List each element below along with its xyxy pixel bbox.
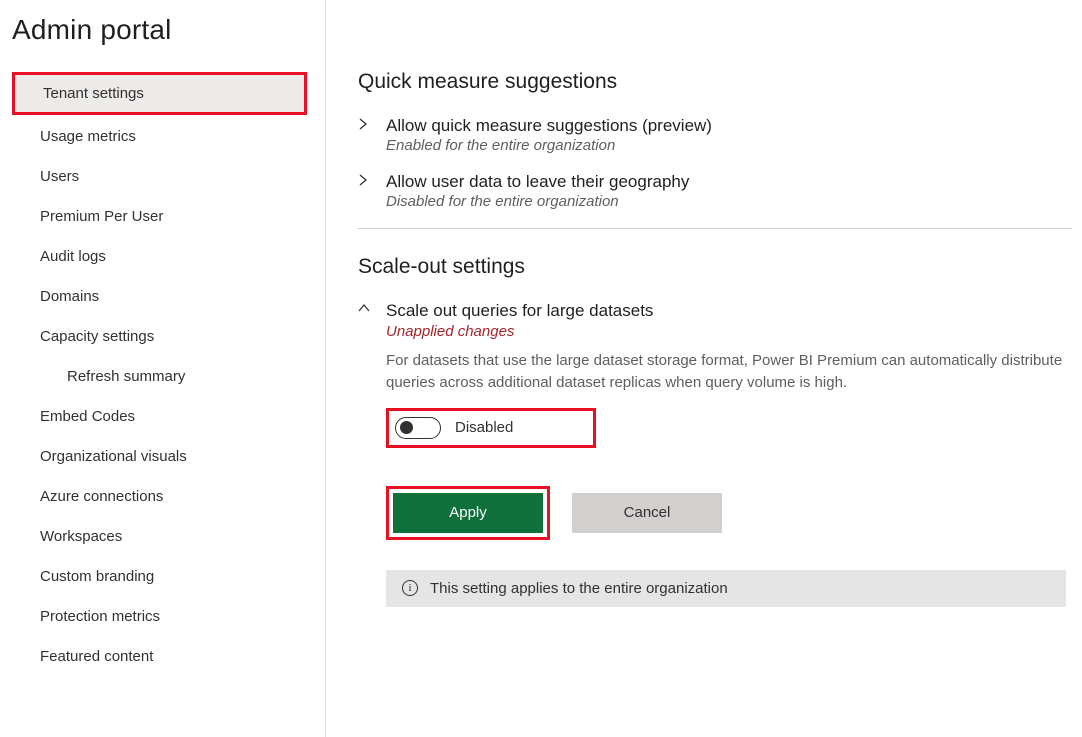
sidebar-item-featured-content[interactable]: Featured content	[12, 638, 307, 675]
cancel-button[interactable]: Cancel	[572, 493, 722, 533]
sidebar-item-capacity-settings[interactable]: Capacity settings	[12, 318, 307, 355]
sidebar-item-protection-metrics[interactable]: Protection metrics	[12, 598, 307, 635]
info-banner: i This setting applies to the entire org…	[386, 570, 1066, 607]
sidebar-item-custom-branding[interactable]: Custom branding	[12, 558, 307, 595]
setting-row-expanded: Scale out queries for large datasets Una…	[358, 301, 1072, 607]
sidebar: Admin portal Tenant settings Usage metri…	[0, 0, 326, 737]
setting-label[interactable]: Allow quick measure suggestions (preview…	[386, 116, 1072, 136]
sidebar-item-audit-logs[interactable]: Audit logs	[12, 238, 307, 275]
section-title-scale-out: Scale-out settings	[358, 255, 1072, 279]
setting-label[interactable]: Allow user data to leave their geography	[386, 172, 1072, 192]
chevron-right-icon	[358, 174, 368, 186]
sidebar-item-organizational-visuals[interactable]: Organizational visuals	[12, 438, 307, 475]
sidebar-item-embed-codes[interactable]: Embed Codes	[12, 398, 307, 435]
setting-label[interactable]: Scale out queries for large datasets	[386, 301, 1072, 321]
setting-row: Allow user data to leave their geography…	[358, 172, 1072, 210]
nav-list: Tenant settings Usage metrics Users Prem…	[12, 72, 325, 675]
sidebar-item-refresh-summary[interactable]: Refresh summary	[12, 358, 307, 395]
main-content: Quick measure suggestions Allow quick me…	[326, 0, 1082, 737]
collapse-toggle[interactable]	[358, 301, 386, 313]
sidebar-item-premium-per-user[interactable]: Premium Per User	[12, 198, 307, 235]
apply-highlighted: Apply	[386, 486, 550, 540]
setting-status: Disabled for the entire organization	[386, 193, 1072, 210]
setting-status: Enabled for the entire organization	[386, 137, 1072, 154]
info-icon: i	[402, 580, 418, 596]
toggle-knob	[400, 421, 413, 434]
info-text: This setting applies to the entire organ…	[430, 580, 728, 597]
toggle-switch[interactable]	[395, 417, 441, 439]
button-row: Apply Cancel	[386, 486, 1072, 540]
setting-row: Allow quick measure suggestions (preview…	[358, 116, 1072, 154]
section-title-quick-measure: Quick measure suggestions	[358, 70, 1072, 94]
sidebar-item-tenant-settings[interactable]: Tenant settings	[12, 72, 307, 115]
unapplied-changes-text: Unapplied changes	[386, 323, 1072, 340]
page-title: Admin portal	[12, 14, 325, 46]
chevron-right-icon	[358, 118, 368, 130]
chevron-down-open-icon	[358, 303, 370, 313]
sidebar-item-azure-connections[interactable]: Azure connections	[12, 478, 307, 515]
apply-button[interactable]: Apply	[393, 493, 543, 533]
section-divider	[358, 228, 1072, 229]
expand-toggle[interactable]	[358, 172, 386, 186]
sidebar-item-usage-metrics[interactable]: Usage metrics	[12, 118, 307, 155]
toggle-label: Disabled	[455, 419, 513, 436]
sidebar-item-workspaces[interactable]: Workspaces	[12, 518, 307, 555]
expand-toggle[interactable]	[358, 116, 386, 130]
sidebar-item-users[interactable]: Users	[12, 158, 307, 195]
setting-description: For datasets that use the large dataset …	[386, 350, 1072, 394]
toggle-highlighted: Disabled	[386, 408, 596, 448]
sidebar-item-domains[interactable]: Domains	[12, 278, 307, 315]
